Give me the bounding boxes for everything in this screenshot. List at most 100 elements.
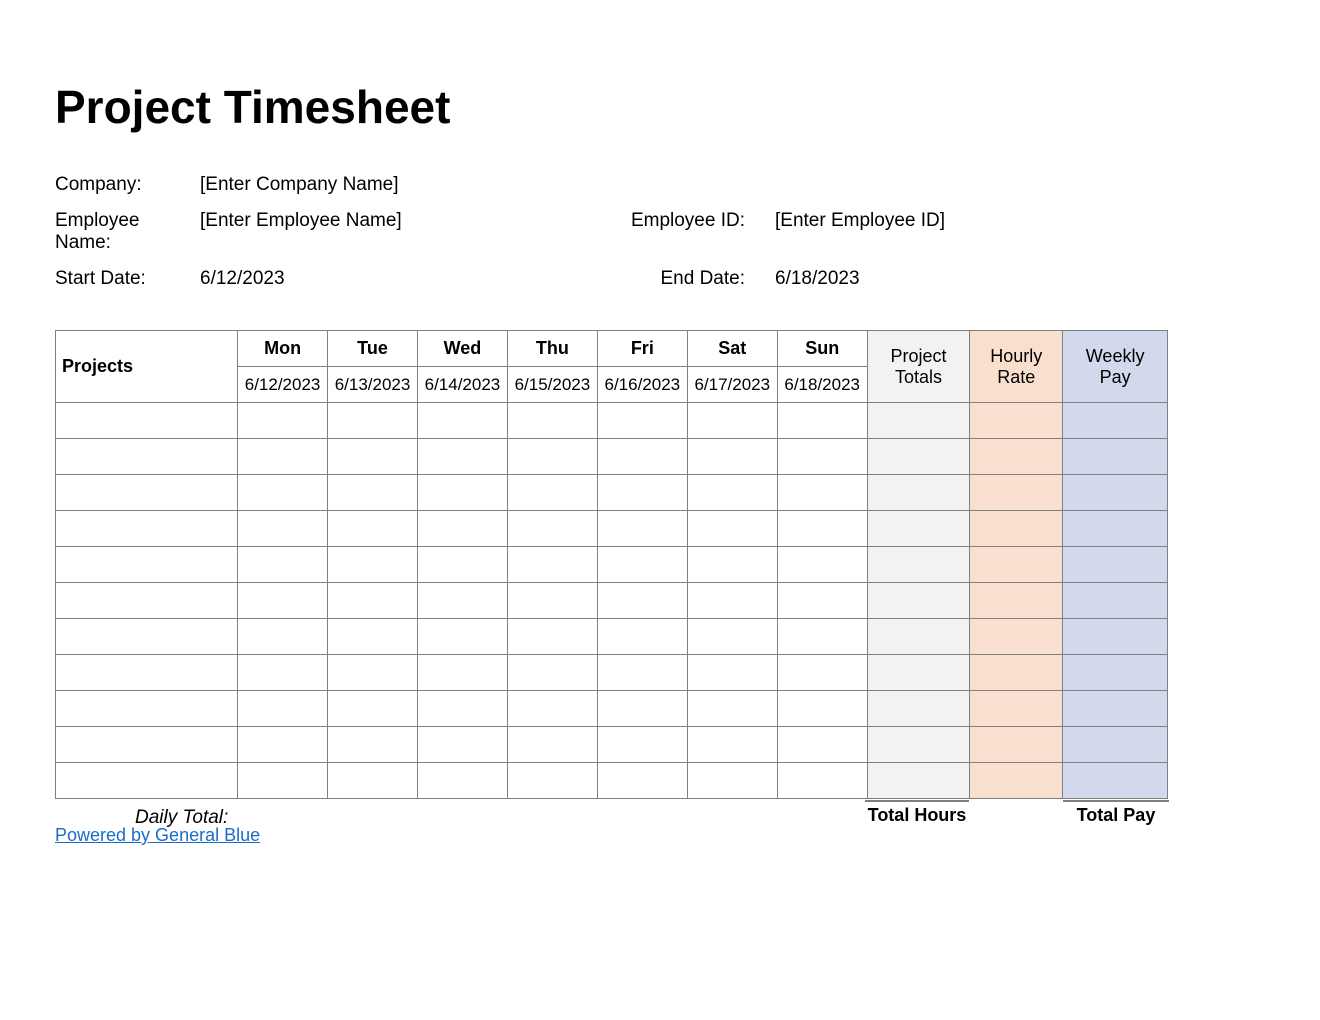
table-cell[interactable] bbox=[970, 403, 1063, 439]
table-cell[interactable] bbox=[777, 475, 867, 511]
table-cell[interactable] bbox=[777, 763, 867, 799]
table-cell[interactable] bbox=[328, 403, 418, 439]
table-cell[interactable] bbox=[597, 439, 687, 475]
table-cell[interactable] bbox=[1063, 475, 1168, 511]
table-cell[interactable] bbox=[867, 403, 970, 439]
table-cell[interactable] bbox=[777, 547, 867, 583]
table-cell[interactable] bbox=[417, 475, 507, 511]
table-cell[interactable] bbox=[1063, 403, 1168, 439]
table-cell[interactable] bbox=[1063, 619, 1168, 655]
table-cell[interactable] bbox=[507, 403, 597, 439]
table-cell[interactable] bbox=[687, 583, 777, 619]
table-cell[interactable] bbox=[507, 619, 597, 655]
table-cell[interactable] bbox=[687, 475, 777, 511]
table-cell[interactable] bbox=[777, 403, 867, 439]
table-cell[interactable] bbox=[777, 619, 867, 655]
table-cell[interactable] bbox=[777, 511, 867, 547]
table-cell[interactable] bbox=[417, 403, 507, 439]
table-cell[interactable] bbox=[507, 547, 597, 583]
table-cell[interactable] bbox=[238, 619, 328, 655]
table-cell[interactable] bbox=[1063, 583, 1168, 619]
table-cell[interactable] bbox=[777, 439, 867, 475]
table-cell[interactable] bbox=[56, 727, 238, 763]
table-cell[interactable] bbox=[970, 439, 1063, 475]
table-cell[interactable] bbox=[597, 583, 687, 619]
table-cell[interactable] bbox=[507, 655, 597, 691]
table-cell[interactable] bbox=[867, 655, 970, 691]
table-cell[interactable] bbox=[238, 763, 328, 799]
table-cell[interactable] bbox=[238, 475, 328, 511]
table-cell[interactable] bbox=[328, 439, 418, 475]
employee-name-value[interactable]: [Enter Employee Name] bbox=[200, 210, 630, 254]
table-cell[interactable] bbox=[597, 727, 687, 763]
table-cell[interactable] bbox=[687, 691, 777, 727]
table-cell[interactable] bbox=[328, 619, 418, 655]
table-cell[interactable] bbox=[238, 583, 328, 619]
table-cell[interactable] bbox=[777, 691, 867, 727]
start-date-value[interactable]: 6/12/2023 bbox=[200, 268, 630, 290]
table-cell[interactable] bbox=[328, 475, 418, 511]
table-cell[interactable] bbox=[507, 763, 597, 799]
table-cell[interactable] bbox=[417, 583, 507, 619]
table-cell[interactable] bbox=[867, 583, 970, 619]
table-cell[interactable] bbox=[56, 655, 238, 691]
table-cell[interactable] bbox=[417, 511, 507, 547]
table-cell[interactable] bbox=[328, 691, 418, 727]
table-cell[interactable] bbox=[417, 619, 507, 655]
table-cell[interactable] bbox=[867, 475, 970, 511]
table-cell[interactable] bbox=[507, 475, 597, 511]
table-cell[interactable] bbox=[597, 511, 687, 547]
table-cell[interactable] bbox=[687, 763, 777, 799]
table-cell[interactable] bbox=[1063, 547, 1168, 583]
table-cell[interactable] bbox=[970, 655, 1063, 691]
table-cell[interactable] bbox=[507, 583, 597, 619]
table-cell[interactable] bbox=[1063, 763, 1168, 799]
table-cell[interactable] bbox=[56, 763, 238, 799]
table-cell[interactable] bbox=[238, 403, 328, 439]
table-cell[interactable] bbox=[970, 511, 1063, 547]
table-cell[interactable] bbox=[867, 691, 970, 727]
table-cell[interactable] bbox=[238, 439, 328, 475]
table-cell[interactable] bbox=[777, 655, 867, 691]
table-cell[interactable] bbox=[777, 727, 867, 763]
table-cell[interactable] bbox=[1063, 655, 1168, 691]
table-cell[interactable] bbox=[328, 655, 418, 691]
table-cell[interactable] bbox=[687, 547, 777, 583]
table-cell[interactable] bbox=[328, 511, 418, 547]
table-cell[interactable] bbox=[56, 619, 238, 655]
table-cell[interactable] bbox=[56, 547, 238, 583]
table-cell[interactable] bbox=[597, 619, 687, 655]
table-cell[interactable] bbox=[328, 763, 418, 799]
table-cell[interactable] bbox=[597, 655, 687, 691]
table-cell[interactable] bbox=[867, 511, 970, 547]
table-cell[interactable] bbox=[687, 439, 777, 475]
table-cell[interactable] bbox=[687, 403, 777, 439]
table-cell[interactable] bbox=[56, 691, 238, 727]
table-cell[interactable] bbox=[597, 691, 687, 727]
table-cell[interactable] bbox=[507, 727, 597, 763]
company-value[interactable]: [Enter Company Name] bbox=[200, 174, 630, 196]
table-cell[interactable] bbox=[417, 727, 507, 763]
table-cell[interactable] bbox=[597, 403, 687, 439]
table-cell[interactable] bbox=[417, 691, 507, 727]
table-cell[interactable] bbox=[970, 475, 1063, 511]
table-cell[interactable] bbox=[970, 763, 1063, 799]
table-cell[interactable] bbox=[1063, 727, 1168, 763]
table-cell[interactable] bbox=[867, 439, 970, 475]
table-cell[interactable] bbox=[507, 691, 597, 727]
table-cell[interactable] bbox=[507, 439, 597, 475]
table-cell[interactable] bbox=[970, 727, 1063, 763]
table-cell[interactable] bbox=[970, 583, 1063, 619]
table-cell[interactable] bbox=[507, 511, 597, 547]
table-cell[interactable] bbox=[238, 655, 328, 691]
table-cell[interactable] bbox=[56, 475, 238, 511]
table-cell[interactable] bbox=[238, 511, 328, 547]
table-cell[interactable] bbox=[1063, 691, 1168, 727]
table-cell[interactable] bbox=[867, 763, 970, 799]
table-cell[interactable] bbox=[597, 763, 687, 799]
employee-id-value[interactable]: [Enter Employee ID] bbox=[775, 210, 1075, 254]
table-cell[interactable] bbox=[328, 547, 418, 583]
table-cell[interactable] bbox=[777, 583, 867, 619]
table-cell[interactable] bbox=[970, 547, 1063, 583]
table-cell[interactable] bbox=[597, 547, 687, 583]
